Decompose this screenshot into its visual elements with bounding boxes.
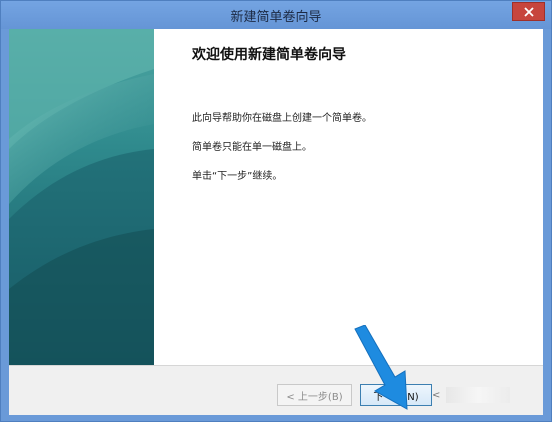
intro-text: 此向导帮助你在磁盘上创建一个简单卷。 — [192, 113, 372, 124]
back-button[interactable]: < 上一步(B) — [277, 384, 352, 406]
continue-instruction: 单击“下一步”继续。 — [192, 171, 283, 182]
simple-volume-note: 简单卷只能在单一磁盘上。 — [192, 142, 312, 153]
wizard-heading: 欢迎使用新建简单卷向导 — [192, 47, 346, 63]
cancel-button-partial[interactable]: < — [432, 384, 444, 406]
wizard-footer: < 上一步(B) 下一步(N) < — [9, 365, 543, 415]
window-title: 新建简单卷向导 — [230, 10, 322, 25]
close-button[interactable] — [512, 2, 545, 21]
wizard-content: 欢迎使用新建简单卷向导 此向导帮助你在磁盘上创建一个简单卷。 简单卷只能在单一磁… — [154, 29, 543, 365]
title-bar[interactable]: 新建简单卷向导 — [1, 1, 551, 29]
pointer-arrow-icon — [349, 325, 419, 411]
close-icon — [523, 6, 534, 17]
blurred-region — [446, 387, 510, 403]
wizard-client-area: 欢迎使用新建简单卷向导 此向导帮助你在磁盘上创建一个简单卷。 简单卷只能在单一磁… — [9, 29, 543, 415]
wizard-side-banner — [9, 29, 154, 365]
wizard-window: 新建简单卷向导 欢迎使用新建简单卷向导 此向导帮助你在磁盘上创建一个简单卷。 简… — [0, 0, 552, 422]
